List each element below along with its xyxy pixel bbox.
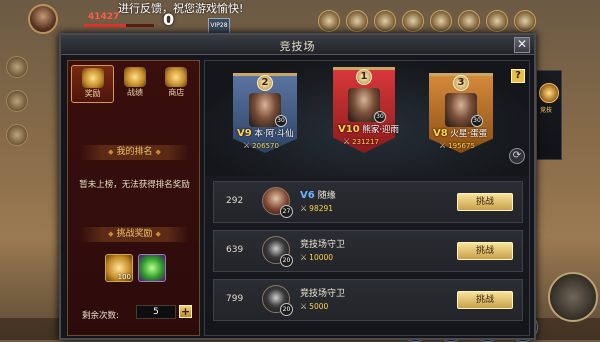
opponent-level: 20 xyxy=(280,303,293,316)
opponent-power: ⚔ 5000 xyxy=(300,302,329,311)
rank-2-medal: 2 xyxy=(257,75,273,91)
side-tab-label: 竞技 xyxy=(540,107,553,114)
rank-1-medal: 1 xyxy=(356,69,372,85)
opponent-level: 27 xyxy=(280,205,293,218)
activity-icon[interactable] xyxy=(486,10,508,32)
opponent-name: V6 随缘 xyxy=(300,190,336,201)
opponent-rank: 292 xyxy=(226,196,244,206)
arena-side-tab[interactable]: 竞技 xyxy=(537,70,562,160)
opponent-name: 竞技场守卫 xyxy=(300,240,346,250)
rank-1-name-line: V10 熊家·迎雨 xyxy=(338,124,400,135)
window-title-bar: 竞技场 ✕ xyxy=(61,35,534,55)
hud-counter: 0 xyxy=(163,10,175,29)
team-icon[interactable] xyxy=(6,90,28,112)
reward-gold-count: 100 xyxy=(117,273,131,281)
shop-icon xyxy=(165,67,188,87)
arena-tab-icon xyxy=(539,83,559,103)
rank-3-name-line: V8 火星·蛋蛋 xyxy=(433,128,488,139)
challenge-button[interactable]: 挑战 xyxy=(457,242,513,260)
game-hud-top: 41427 进行反馈，祝您游戏愉快! 0 VIP28 xyxy=(0,0,600,34)
tab-rewards[interactable]: 奖励 xyxy=(71,65,115,103)
crossed-swords-icon: ⚔ xyxy=(439,141,447,150)
tab-record-label: 战绩 xyxy=(126,88,143,97)
opponent-rank: 799 xyxy=(226,294,244,304)
refresh-button[interactable]: ⟳ xyxy=(509,148,525,164)
gift-icon[interactable] xyxy=(430,10,452,32)
trophy-icon xyxy=(123,67,146,87)
challenge-button[interactable]: 挑战 xyxy=(457,291,513,309)
my-rank-heading: 我的排名 xyxy=(80,145,189,160)
rank-1-level: 30 xyxy=(374,111,386,123)
opponent-level: 20 xyxy=(280,254,293,267)
panel-tabs: 奖励 战绩 商店 xyxy=(71,65,197,103)
player-hp-bar xyxy=(84,24,154,27)
attack-sword-icon[interactable] xyxy=(548,272,598,322)
event-icon[interactable] xyxy=(318,10,340,32)
challenge-button[interactable]: 挑战 xyxy=(457,193,513,211)
rank-2-power: ⚔ 206570 xyxy=(243,141,279,150)
rank-icon[interactable] xyxy=(458,10,480,32)
close-button[interactable]: ✕ xyxy=(514,37,530,53)
arena-window: 竞技场 ✕ 奖励 战绩 商店 我的排名 暂未上榜，无法获得排名奖励 挑战奖励 1… xyxy=(59,33,536,340)
arena-main-panel: ? ⟳ 2 30 V9 本·阿·斗仙 ⚔ 206570 1 30 V10 熊家·迎… xyxy=(204,60,530,336)
tab-shop[interactable]: 商店 xyxy=(156,65,197,103)
remaining-value: 5 xyxy=(136,305,176,319)
help-button[interactable]: ? xyxy=(511,69,525,83)
rank-1-power: ⚔ 231217 xyxy=(343,137,379,146)
tab-shop-label: 商店 xyxy=(168,88,185,97)
player-power: 41427 xyxy=(88,12,120,22)
crossed-swords-icon: ⚔ xyxy=(300,302,308,311)
tab-record[interactable]: 战绩 xyxy=(114,65,155,103)
crossed-swords-icon: ⚔ xyxy=(243,141,251,150)
vip-chip[interactable]: VIP28 xyxy=(208,18,230,34)
reward-orb-item[interactable] xyxy=(138,254,166,282)
remaining-label: 剩余次数: xyxy=(82,311,119,321)
rank-2-level: 30 xyxy=(275,115,287,127)
opponent-power: ⚔ 98291 xyxy=(300,204,334,213)
opponent-row: 799 20 竞技场守卫 ⚔ 5000 挑战 xyxy=(213,279,523,321)
shop-icon[interactable] xyxy=(402,10,424,32)
rank-2-name-line: V9 本·阿·斗仙 xyxy=(237,128,294,139)
opponent-power: ⚔ 10000 xyxy=(300,253,334,262)
player-avatar[interactable] xyxy=(28,4,58,34)
opponent-rank: 639 xyxy=(226,245,244,255)
tab-rewards-label: 奖励 xyxy=(84,89,101,98)
rank-3-level: 30 xyxy=(471,115,483,127)
treasure-chest-icon xyxy=(81,68,104,88)
window-title: 竞技场 xyxy=(279,40,316,53)
mail-icon[interactable] xyxy=(374,10,396,32)
rank-3-medal: 3 xyxy=(453,75,469,91)
crossed-swords-icon: ⚔ xyxy=(300,204,308,213)
crossed-swords-icon: ⚔ xyxy=(343,137,351,146)
reward-gold-item[interactable]: 100 xyxy=(105,254,133,282)
map-icon[interactable] xyxy=(6,124,28,146)
bag-icon[interactable] xyxy=(346,10,368,32)
rank-message: 暂未上榜，无法获得排名奖励 xyxy=(79,180,190,190)
system-marquee: 进行反馈，祝您游戏愉快! xyxy=(118,2,244,15)
crossed-swords-icon: ⚔ xyxy=(300,253,308,262)
add-attempts-button[interactable]: + xyxy=(179,305,192,318)
opponent-name: 竞技场守卫 xyxy=(300,289,346,299)
opponent-row: 639 20 竞技场守卫 ⚔ 10000 挑战 xyxy=(213,230,523,272)
challenge-reward-heading: 挑战奖励 xyxy=(80,227,189,242)
quest-icon[interactable] xyxy=(6,56,28,78)
rewards-panel: 奖励 战绩 商店 我的排名 暂未上榜，无法获得排名奖励 挑战奖励 100 剩余次… xyxy=(67,60,200,336)
opponent-row: 292 27 V6 随缘 ⚔ 98291 挑战 xyxy=(213,181,523,223)
rank-3-power: ⚔ 195675 xyxy=(439,141,475,150)
welfare-icon[interactable] xyxy=(514,10,536,32)
